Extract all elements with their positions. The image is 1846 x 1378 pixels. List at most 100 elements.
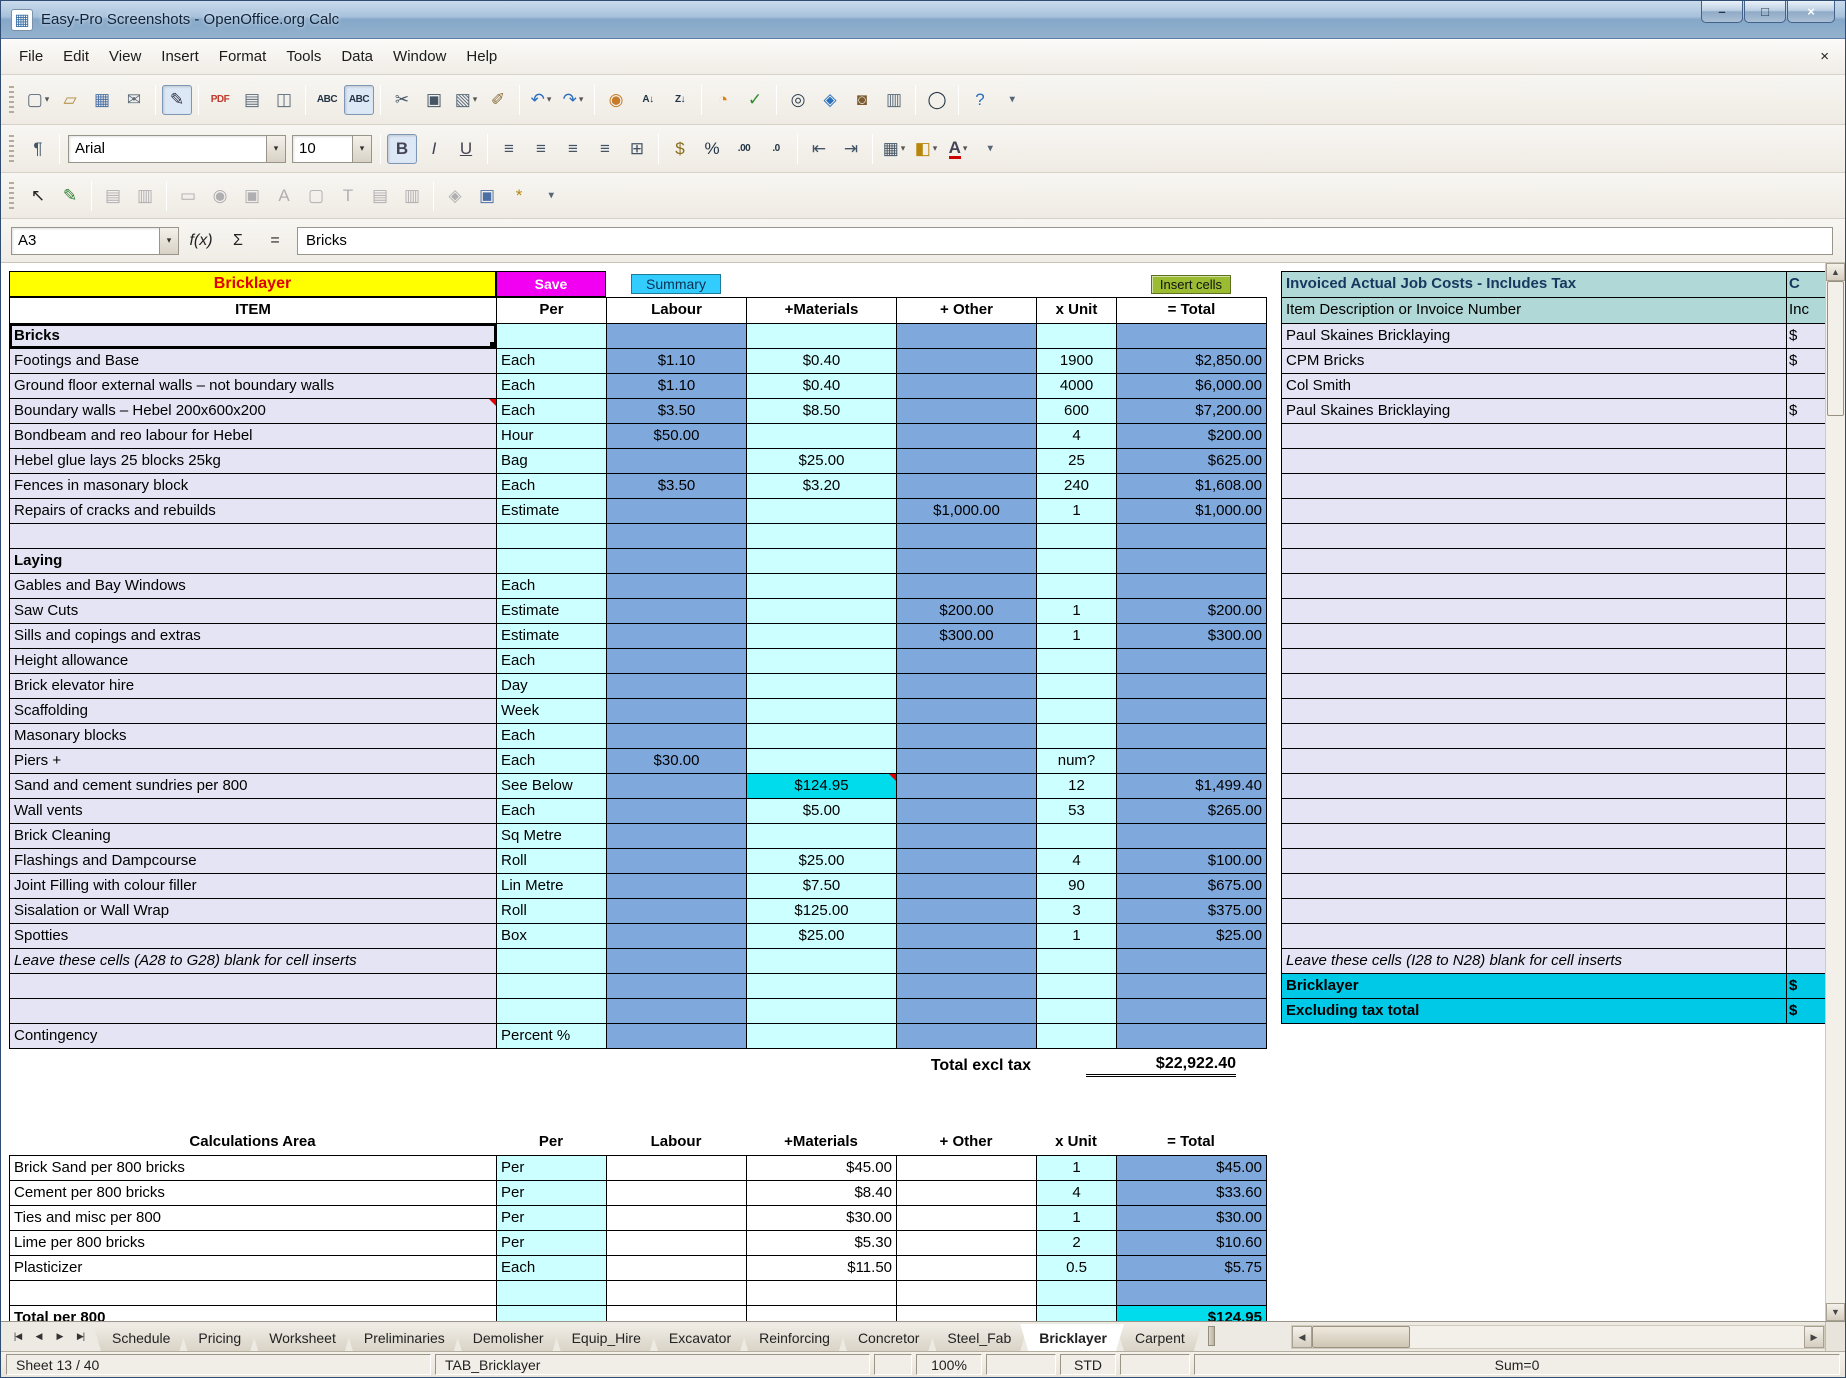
insert-chart-icon[interactable]: ◔ (708, 85, 738, 115)
font-name-combobox[interactable]: Arial ▾ (68, 135, 286, 163)
cell-per[interactable]: Sq Metre (497, 824, 607, 849)
cell-per[interactable]: Roll (497, 899, 607, 924)
copy-icon[interactable]: ▣ (419, 85, 449, 115)
column-header-per[interactable]: Per (497, 298, 607, 324)
menu-item-file[interactable]: File (9, 43, 53, 70)
cell-per[interactable]: Bag (497, 449, 607, 474)
toolbar-options-icon[interactable]: ▾ (975, 134, 1005, 164)
cell-materials[interactable]: $25.00 (747, 449, 897, 474)
cell-unit[interactable]: 1 (1037, 599, 1117, 624)
page-preview-icon[interactable]: ◫ (269, 85, 299, 115)
cell-total[interactable] (1117, 574, 1267, 599)
invoice-amount-cell[interactable] (1787, 574, 1825, 599)
cell-other[interactable] (897, 849, 1037, 874)
cell-unit[interactable]: 4000 (1037, 374, 1117, 399)
calc-cell-other[interactable] (897, 1206, 1037, 1231)
calc-cell-labour[interactable] (607, 1306, 747, 1321)
zoom-icon[interactable]: ◯ (922, 85, 952, 115)
menu-item-data[interactable]: Data (331, 43, 383, 70)
column-header-materials[interactable]: +Materials (747, 298, 897, 324)
cell-per[interactable]: Lin Metre (497, 874, 607, 899)
align-center-icon[interactable]: ≡ (526, 134, 556, 164)
calc-cell-materials[interactable] (747, 1306, 897, 1321)
cell-item[interactable]: Flashings and Dampcourse (10, 849, 497, 874)
dropdown-arrow-icon[interactable]: ▾ (901, 143, 906, 154)
menu-item-tools[interactable]: Tools (276, 43, 331, 70)
cell-total[interactable] (1117, 649, 1267, 674)
cell-unit[interactable]: 240 (1037, 474, 1117, 499)
align-right-icon[interactable]: ≡ (558, 134, 588, 164)
cell-total[interactable] (1117, 524, 1267, 549)
invoice-description-cell[interactable] (1282, 749, 1787, 774)
cell-total[interactable] (1117, 999, 1267, 1024)
cell-per[interactable]: Each (497, 749, 607, 774)
cell-other[interactable] (897, 574, 1037, 599)
invoice-amount-subheader-cell[interactable]: Inc (1787, 298, 1825, 324)
cell-item[interactable]: Sisalation or Wall Wrap (10, 899, 497, 924)
cell-materials[interactable] (747, 974, 897, 999)
cell-materials[interactable] (747, 674, 897, 699)
next-sheet-button[interactable]: ▶ (49, 1326, 70, 1346)
cell-item[interactable]: Masonary blocks (10, 724, 497, 749)
cell-total[interactable]: $2,850.00 (1117, 349, 1267, 374)
add-decimal-icon[interactable]: .00 (729, 134, 759, 164)
cell-materials[interactable]: $0.40 (747, 349, 897, 374)
cell-item[interactable]: Wall vents (10, 799, 497, 824)
menu-item-help[interactable]: Help (456, 43, 507, 70)
cell-total[interactable]: $300.00 (1117, 624, 1267, 649)
cell-materials[interactable] (747, 624, 897, 649)
calc-cell-materials[interactable]: $5.30 (747, 1231, 897, 1256)
cell-materials[interactable] (747, 574, 897, 599)
invoice-amount-cell[interactable] (1787, 474, 1825, 499)
decrease-indent-icon[interactable]: ⇤ (804, 134, 834, 164)
cell-other[interactable] (897, 799, 1037, 824)
data-sources-icon[interactable]: ▥ (879, 85, 909, 115)
align-left-icon[interactable]: ≡ (494, 134, 524, 164)
horizontal-scroll-track[interactable] (1410, 1326, 1804, 1348)
cell-labour[interactable] (607, 624, 747, 649)
spellcheck-icon[interactable]: ABC (312, 85, 342, 115)
cell-materials[interactable] (747, 524, 897, 549)
cell-per[interactable]: Each (497, 474, 607, 499)
cell-item[interactable] (10, 999, 497, 1024)
invoice-description-cell[interactable]: Paul Skaines Bricklaying (1282, 399, 1787, 424)
scroll-down-button[interactable]: ▼ (1826, 1303, 1845, 1321)
calc-cell-other[interactable] (897, 1281, 1037, 1306)
name-box[interactable]: ▾ (11, 227, 179, 255)
cell-unit[interactable]: 1 (1037, 499, 1117, 524)
calc-cell-item[interactable]: Cement per 800 bricks (10, 1181, 497, 1206)
invoice-description-cell[interactable] (1282, 924, 1787, 949)
first-sheet-button[interactable]: |◀ (7, 1326, 28, 1346)
invoice-description-cell[interactable] (1282, 474, 1787, 499)
invoice-amount-cell[interactable] (1787, 549, 1825, 574)
email-icon[interactable]: ✉ (119, 85, 149, 115)
previous-sheet-button[interactable]: ◀ (28, 1326, 49, 1346)
cell-labour[interactable]: $1.10 (607, 374, 747, 399)
document-close-icon[interactable]: × (1820, 48, 1829, 65)
calc-cell-labour[interactable] (607, 1156, 747, 1181)
label-field-icon[interactable]: A (269, 181, 299, 211)
dropdown-arrow-icon[interactable]: ▾ (547, 94, 552, 105)
toolbar-drag-handle[interactable] (9, 86, 14, 114)
cell-item[interactable]: Spotties (10, 924, 497, 949)
calc-cell-materials[interactable] (747, 1281, 897, 1306)
cell-other[interactable] (897, 424, 1037, 449)
cell-per[interactable]: Box (497, 924, 607, 949)
cell-reference-input[interactable] (12, 232, 159, 249)
sheet-title-cell[interactable]: Bricklayer (9, 271, 496, 297)
dropdown-arrow-icon[interactable]: ▾ (473, 94, 478, 105)
cell-labour[interactable] (607, 599, 747, 624)
toolbar-options-icon[interactable]: ▾ (997, 85, 1027, 115)
cell-unit[interactable] (1037, 974, 1117, 999)
currency-format-icon[interactable]: $ (665, 134, 695, 164)
invoice-amount-cell[interactable] (1787, 699, 1825, 724)
invoice-description-cell[interactable] (1282, 599, 1787, 624)
cut-icon[interactable]: ✂ (387, 85, 417, 115)
cell-other[interactable] (897, 324, 1037, 349)
cell-per[interactable]: Hour (497, 424, 607, 449)
close-button[interactable]: × (1787, 1, 1835, 23)
cell-other[interactable] (897, 999, 1037, 1024)
redo-icon[interactable]: ↷▾ (558, 85, 588, 115)
cell-total[interactable] (1117, 974, 1267, 999)
cell-materials[interactable] (747, 999, 897, 1024)
